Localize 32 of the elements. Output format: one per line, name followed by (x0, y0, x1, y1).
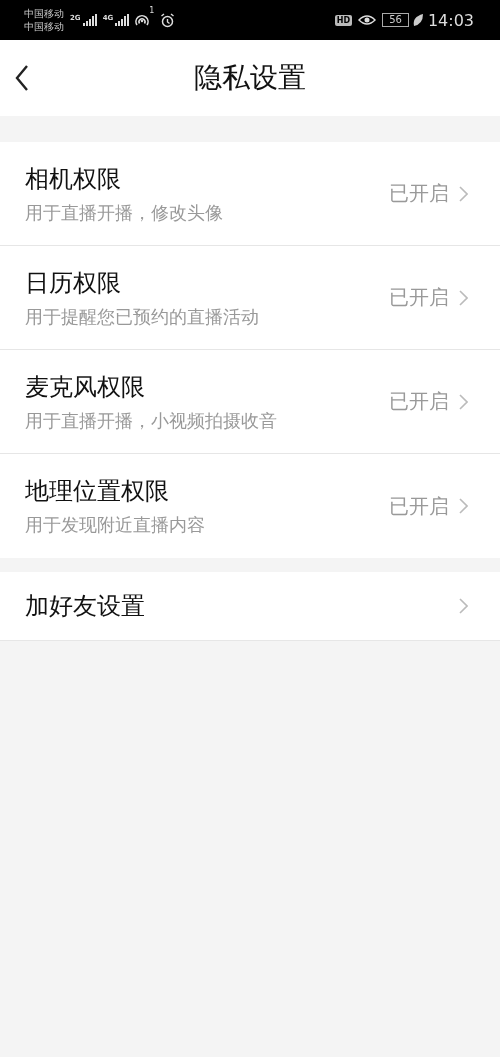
permission-description: 用于提醒您已预约的直播活动 (25, 304, 260, 329)
eye-icon (358, 13, 377, 27)
permission-title: 麦克风权限 (25, 371, 146, 403)
hotspot-icon (135, 13, 150, 27)
permission-status: 已开启 (389, 388, 449, 415)
permission-title: 日历权限 (25, 267, 122, 299)
alarm-clock-icon (160, 12, 176, 28)
chevron-icon (459, 598, 468, 614)
permission-title: 相机权限 (25, 163, 122, 195)
page-title: 隐私设置 (194, 60, 306, 96)
permission-status: 已开启 (389, 180, 449, 207)
carrier-name: 中国移动 (24, 20, 64, 33)
back-icon[interactable] (15, 65, 29, 91)
permission-title: 地理位置权限 (25, 476, 170, 507)
battery-level: 56 (382, 13, 409, 27)
chevron-icon (459, 498, 468, 514)
hotspot-count: 1 (149, 6, 155, 15)
clock-time: 14:03 (427, 10, 474, 30)
leaf-icon (411, 13, 424, 27)
signal-icon (82, 14, 97, 26)
chevron-icon (459, 289, 468, 306)
setting-title: 加好友设置 (25, 591, 146, 622)
carrier-name: 中国移动 (24, 7, 64, 20)
permission-status: 已开启 (389, 492, 449, 520)
permission-description: 用于直播开播，修改头像 (25, 200, 224, 225)
chevron-icon (459, 185, 468, 202)
signal-icon (115, 14, 130, 26)
permission-description: 用于直播开播，小视频拍摄收音 (25, 408, 278, 433)
permission-description: 用于发现附近直播内容 (25, 513, 206, 537)
permission-status: 已开启 (389, 284, 449, 311)
chevron-icon (459, 393, 468, 410)
hd-badge: HD (334, 14, 353, 26)
